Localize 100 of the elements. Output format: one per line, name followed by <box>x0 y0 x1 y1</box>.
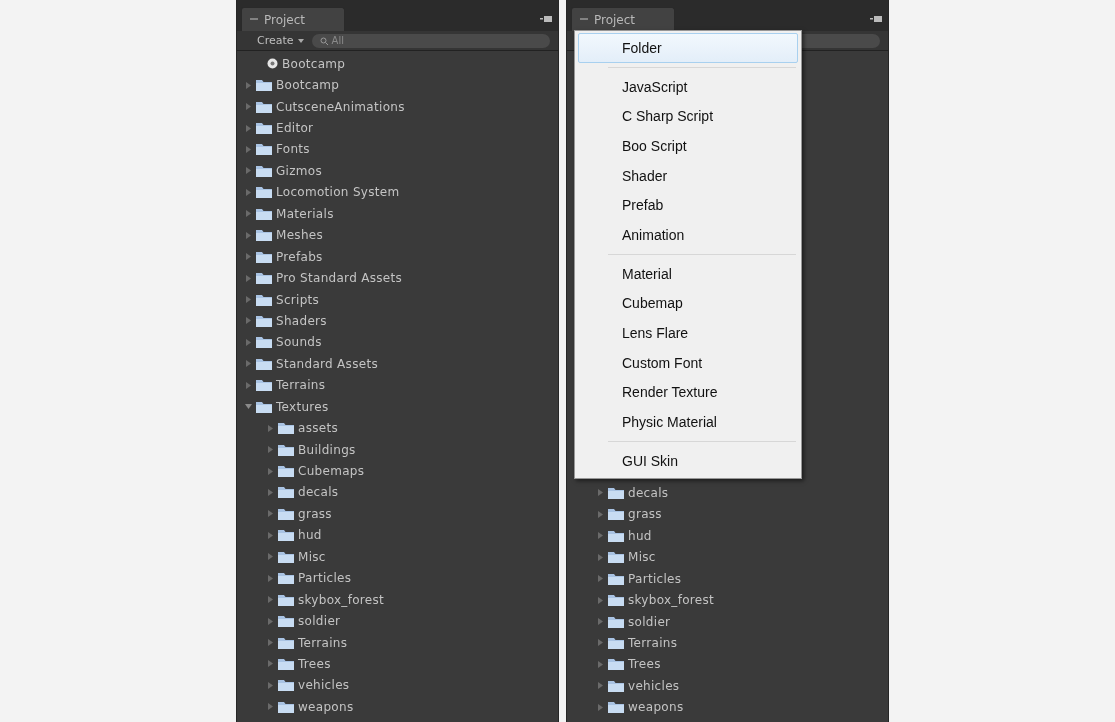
collapsed-arrow-icon[interactable] <box>267 424 274 432</box>
folder-name[interactable]: Textures <box>276 399 329 414</box>
collapsed-arrow-icon[interactable] <box>267 596 274 604</box>
folder-name[interactable]: Sounds <box>276 335 322 350</box>
folder-name[interactable]: grass <box>628 507 662 522</box>
collapsed-arrow-icon[interactable] <box>597 510 604 518</box>
collapsed-arrow-icon[interactable] <box>597 682 604 690</box>
collapsed-arrow-icon[interactable] <box>597 553 604 561</box>
folder-name[interactable]: skybox_forest <box>298 592 385 607</box>
collapsed-arrow-icon[interactable] <box>245 103 252 111</box>
folder-name[interactable]: Trees <box>628 657 661 672</box>
collapsed-arrow-icon[interactable] <box>267 574 274 582</box>
menu-item[interactable]: Custom Font <box>578 347 798 378</box>
folder-name[interactable]: assets <box>298 421 338 436</box>
menu-item[interactable]: Render Texture <box>578 377 798 408</box>
menu-item[interactable]: Folder <box>578 33 798 63</box>
collapsed-arrow-icon[interactable] <box>245 296 252 304</box>
folder-name[interactable]: Misc <box>628 550 656 565</box>
collapsed-arrow-icon[interactable] <box>245 231 252 239</box>
folder-name[interactable]: hud <box>298 528 322 543</box>
folder-name[interactable]: Terrains <box>628 635 678 650</box>
collapsed-arrow-icon[interactable] <box>245 381 252 389</box>
collapsed-arrow-icon[interactable] <box>267 617 274 625</box>
folder-name[interactable]: hud <box>628 528 652 543</box>
collapsed-arrow-icon[interactable] <box>267 660 274 668</box>
menu-item[interactable]: C Sharp Script <box>578 101 798 132</box>
collapsed-arrow-icon[interactable] <box>245 317 252 325</box>
menu-item[interactable]: Lens Flare <box>578 318 798 348</box>
collapsed-arrow-icon[interactable] <box>245 210 252 218</box>
collapsed-arrow-icon[interactable] <box>597 575 604 583</box>
collapsed-arrow-icon[interactable] <box>245 274 252 282</box>
folder-name[interactable]: Bootcamp <box>276 78 340 93</box>
collapsed-arrow-icon[interactable] <box>597 618 604 626</box>
expanded-arrow-icon[interactable] <box>245 403 252 411</box>
collapsed-arrow-icon[interactable] <box>245 167 252 175</box>
folder-name[interactable]: Misc <box>298 549 326 564</box>
menu-item[interactable]: Animation <box>578 220 798 250</box>
folder-name[interactable]: weapons <box>628 700 684 715</box>
folder-name[interactable]: grass <box>298 506 332 521</box>
collapsed-arrow-icon[interactable] <box>245 338 252 346</box>
collapsed-arrow-icon[interactable] <box>267 510 274 518</box>
collapsed-arrow-icon[interactable] <box>245 81 252 89</box>
folder-name[interactable]: vehicles <box>628 678 680 693</box>
menu-icon[interactable] <box>540 15 552 23</box>
folder-name[interactable]: Particles <box>298 571 352 586</box>
folder-name[interactable]: Locomotion System <box>276 185 400 200</box>
collapsed-arrow-icon[interactable] <box>597 703 604 711</box>
folder-name[interactable]: Fonts <box>276 142 310 157</box>
folder-name[interactable]: Terrains <box>276 378 326 393</box>
project-tab[interactable]: Project <box>571 7 675 31</box>
folder-name[interactable]: weapons <box>298 699 354 714</box>
collapsed-arrow-icon[interactable] <box>245 124 252 132</box>
collapsed-arrow-icon[interactable] <box>267 531 274 539</box>
collapsed-arrow-icon[interactable] <box>267 639 274 647</box>
folder-name[interactable]: decals <box>628 485 669 500</box>
folder-name[interactable]: Bootcamp <box>282 56 346 71</box>
project-tab[interactable]: Project <box>241 7 345 31</box>
folder-name[interactable]: Standard Assets <box>276 356 378 371</box>
folder-name[interactable]: Meshes <box>276 228 324 243</box>
folder-name[interactable]: Gizmos <box>276 163 322 178</box>
folder-name[interactable]: Shaders <box>276 313 327 328</box>
collapsed-arrow-icon[interactable] <box>267 446 274 454</box>
collapsed-arrow-icon[interactable] <box>245 145 252 153</box>
folder-name[interactable]: vehicles <box>298 678 350 693</box>
folder-name[interactable]: Pro Standard Assets <box>276 271 402 286</box>
menu-item[interactable]: Material <box>578 258 798 289</box>
collapsed-arrow-icon[interactable] <box>267 488 274 496</box>
folder-name[interactable]: Terrains <box>298 635 348 650</box>
menu-item[interactable]: Physic Material <box>578 407 798 437</box>
collapsed-arrow-icon[interactable] <box>597 660 604 668</box>
menu-item[interactable]: Shader <box>578 160 798 191</box>
collapsed-arrow-icon[interactable] <box>267 553 274 561</box>
folder-name[interactable]: skybox_forest <box>628 593 715 608</box>
menu-item[interactable]: Prefab <box>578 190 798 221</box>
collapsed-arrow-icon[interactable] <box>245 253 252 261</box>
folder-name[interactable]: Scripts <box>276 292 320 307</box>
collapsed-arrow-icon[interactable] <box>267 703 274 711</box>
folder-name[interactable]: decals <box>298 485 339 500</box>
folder-name[interactable]: Materials <box>276 206 334 221</box>
menu-item[interactable]: Boo Script <box>578 131 798 161</box>
folder-name[interactable]: Cubemaps <box>298 464 365 479</box>
folder-name[interactable]: soldier <box>298 614 341 629</box>
collapsed-arrow-icon[interactable] <box>597 489 604 497</box>
menu-item[interactable]: JavaScript <box>578 71 798 102</box>
collapsed-arrow-icon[interactable] <box>267 467 274 475</box>
menu-icon[interactable] <box>870 15 882 23</box>
folder-name[interactable]: Particles <box>628 571 682 586</box>
create-dropdown[interactable]: Create <box>257 34 304 47</box>
folder-name[interactable]: Trees <box>298 656 331 671</box>
collapsed-arrow-icon[interactable] <box>245 188 252 196</box>
collapsed-arrow-icon[interactable] <box>245 360 252 368</box>
folder-name[interactable]: CutsceneAnimations <box>276 99 405 114</box>
collapsed-arrow-icon[interactable] <box>597 639 604 647</box>
folder-name[interactable]: Buildings <box>298 442 356 457</box>
collapsed-arrow-icon[interactable] <box>597 596 604 604</box>
menu-item[interactable]: Cubemap <box>578 288 798 319</box>
folder-name[interactable]: Editor <box>276 121 314 136</box>
collapsed-arrow-icon[interactable] <box>267 681 274 689</box>
menu-item[interactable]: GUI Skin <box>578 445 798 476</box>
collapsed-arrow-icon[interactable] <box>597 532 604 540</box>
